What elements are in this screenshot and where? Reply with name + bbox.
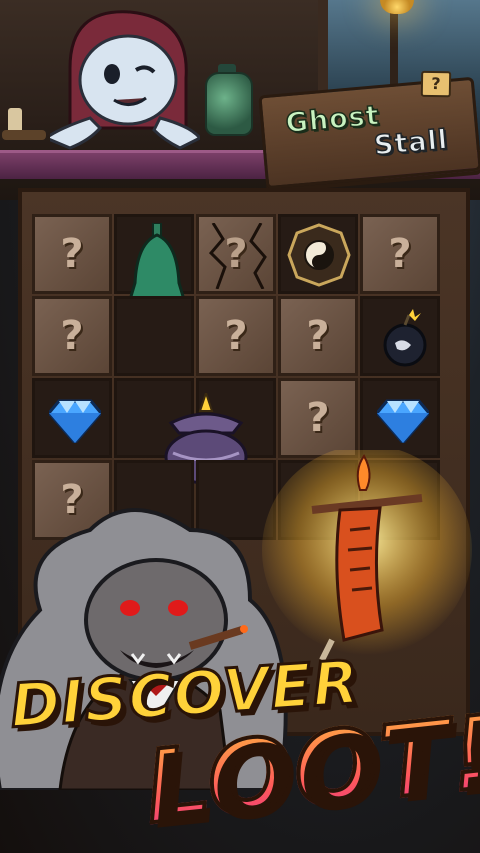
question-mark-icon: ? [60,313,84,359]
hidden-tile[interactable]: ? [32,296,112,376]
ghost-stall-sign: Ghost Stall ? [258,70,480,190]
potion-bottle-icon [205,72,253,136]
diamond-icon [377,399,429,443]
bagua-mirror-icon [287,223,351,287]
ghost-shopkeeper-icon [50,10,200,150]
game-screen: Ghost Stall ? ? ? ? ? ? ? ? ? DISCOVER L… [0,0,480,853]
question-mark-icon: ? [306,313,330,359]
question-tag-icon: ? [420,70,452,98]
sign-title-line2: Stall [372,124,450,163]
revealed-tile[interactable] [32,378,112,458]
cracked-tile[interactable]: ? [196,214,276,294]
question-mark-icon: ? [60,231,84,277]
candle-holder [2,130,46,140]
diamond-icon [49,399,101,443]
revealed-tile[interactable] [360,378,440,458]
bomb-icon [383,309,427,367]
revealed-tile[interactable] [164,378,276,508]
revealed-tile[interactable] [278,214,358,294]
revealed-tile[interactable] [114,296,194,376]
question-mark-icon: ? [224,313,248,359]
question-mark-icon: ? [306,395,330,441]
hidden-tile[interactable]: ? [360,214,440,294]
question-mark-icon: ? [388,231,412,277]
hidden-tile[interactable]: ? [278,296,358,376]
hidden-tile[interactable]: ? [196,296,276,376]
sign-title-line1: Ghost [284,99,382,140]
hidden-tile[interactable]: ? [278,378,358,458]
revealed-tile[interactable] [114,214,194,324]
crack-icon [208,223,267,289]
hidden-tile[interactable]: ? [32,214,112,294]
revealed-tile[interactable] [360,296,440,376]
